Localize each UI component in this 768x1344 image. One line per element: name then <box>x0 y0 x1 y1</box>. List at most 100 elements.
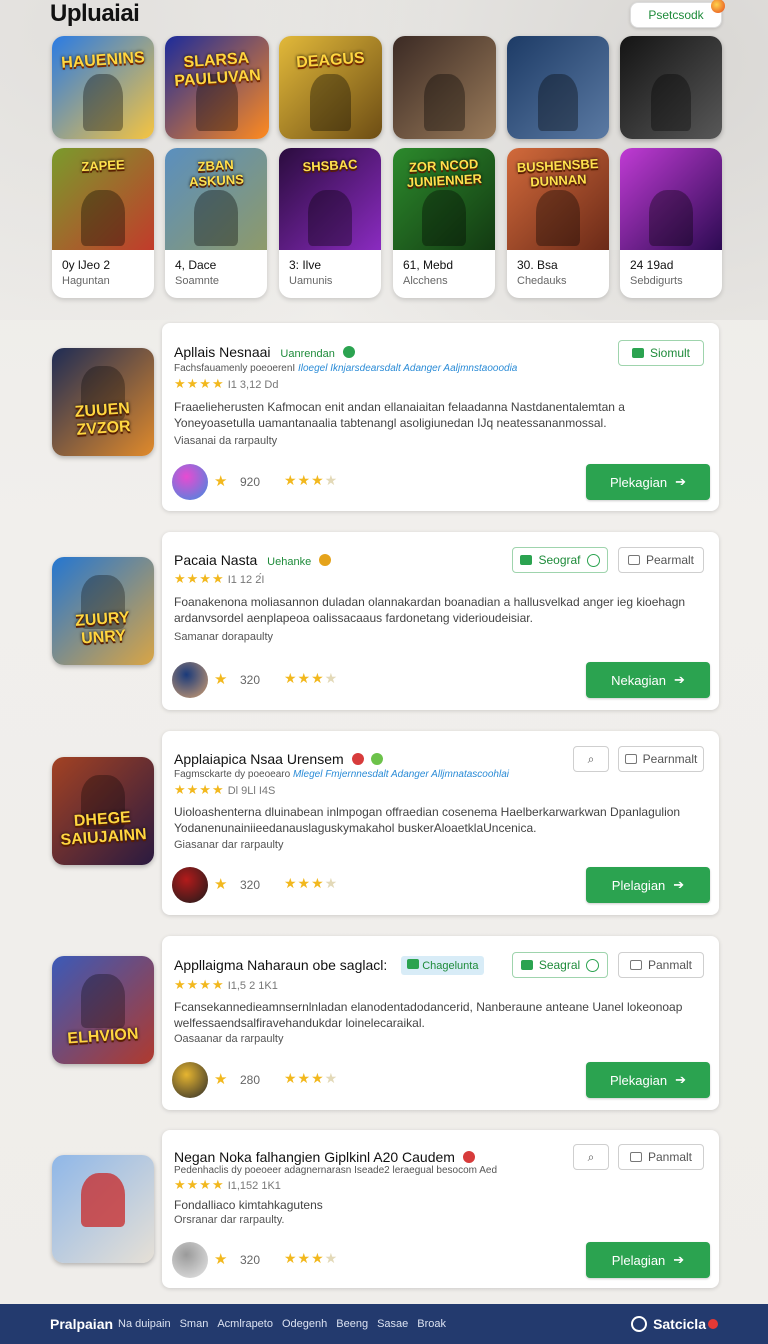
app-subline: Oasaanar da rarpaulty <box>174 1033 284 1045</box>
avatar[interactable] <box>172 1242 208 1278</box>
arrow-right-icon: ➔ <box>675 1072 686 1087</box>
app-icon[interactable]: ELHVION <box>52 956 154 1064</box>
app-meta-link[interactable]: Iloegel Iknjarsdearsdalt Adanger Aaljmns… <box>298 363 517 374</box>
game-card[interactable]: SHSBAC 3: Ilve Uamunis <box>279 148 381 298</box>
rating-stars-icon: ★★★★ <box>284 670 339 686</box>
game-card[interactable]: ZAPEE 0y lJeo 2 Haguntan <box>52 148 154 298</box>
app-icon-text <box>56 1242 150 1249</box>
avatar[interactable] <box>172 867 208 903</box>
app-card: Negan Noka falhangien Giplkinl A20 Caude… <box>162 1130 719 1288</box>
footer-link[interactable]: Sman <box>180 1318 209 1330</box>
footer-link[interactable]: Sasae <box>377 1318 408 1330</box>
app-title[interactable]: Apllais Nesnaai Uanrendan <box>174 344 355 360</box>
app-icon-text: DHEGE SAIUJAINN <box>59 809 148 849</box>
app-title[interactable]: Appllaigma Naharaun obe saglacl: Chagelu… <box>174 956 485 975</box>
game-card-title: 30. Bsa <box>517 258 558 272</box>
avatar[interactable] <box>172 1062 208 1098</box>
pill-button[interactable]: Panmalt <box>618 952 704 978</box>
avatar[interactable] <box>172 662 208 698</box>
arrow-right-icon: ➔ <box>673 1252 685 1267</box>
app-meta-link[interactable]: Mlegel Fmjernnesdalt Adanger Alljmnatasc… <box>293 769 509 780</box>
install-button[interactable]: Nekagian ➔ <box>586 662 710 698</box>
tile-art-text: HAUENINS <box>60 49 146 72</box>
pill-button[interactable]: Seagral <box>512 952 608 978</box>
rating-stars-icon: ★★★★ <box>284 875 339 891</box>
pill-button[interactable]: Panmalt <box>618 1144 704 1170</box>
app-rating: ★★★★ I1,152 1K1 <box>174 1177 281 1193</box>
game-tile[interactable]: SLARSA PAULUVAN <box>165 36 269 139</box>
app-tag: Uanrendan <box>280 348 335 360</box>
arrow-right-icon: ➔ <box>675 474 686 489</box>
game-tile[interactable] <box>507 36 609 139</box>
game-card-thumb: ZBAN ASKUNS <box>165 148 267 250</box>
tile-art <box>80 189 126 246</box>
search-button[interactable]: ⌕ <box>573 746 609 772</box>
game-card-subtitle: Chedauks <box>517 275 567 287</box>
pill-label: Panmalt <box>647 1150 693 1164</box>
footer-link[interactable]: Beeng <box>336 1318 368 1330</box>
star-icon: ★ <box>214 473 228 490</box>
rating-text: I1,152 1K1 <box>227 1180 281 1192</box>
check-circle-icon <box>586 553 600 567</box>
pill-label: Pearmalt <box>645 553 695 567</box>
install-button[interactable]: Plelagian ➔ <box>586 1242 710 1278</box>
app-subline: Orsranar dar rarpaulty. <box>174 1214 285 1226</box>
game-tile[interactable]: HAUENINS <box>52 36 154 139</box>
footer-account[interactable]: Satcicla <box>631 1316 718 1332</box>
install-button[interactable]: Plekagian ➔ <box>586 464 710 500</box>
footer-brand[interactable]: Pralpaian <box>50 1316 113 1332</box>
footer-link[interactable]: Broak <box>417 1318 446 1330</box>
review-count: 320 <box>240 673 261 687</box>
app-icon[interactable]: ZUURY UNRY <box>52 557 154 665</box>
footer-link[interactable]: Na duipain <box>118 1318 171 1330</box>
install-button-label: Plekagian <box>609 1072 668 1088</box>
pill-button[interactable]: Siomult <box>618 340 704 366</box>
install-button[interactable]: Plekagian ➔ <box>586 1062 710 1098</box>
game-card[interactable]: BUSHENSBE DUNNAN 30. Bsa Chedauks <box>507 148 609 298</box>
rating-stars-icon: ★★★★ <box>174 782 225 797</box>
app-icon[interactable]: ZUUEN ZVZOR <box>52 348 154 456</box>
app-card: Appllaigma Naharaun obe saglacl: Chagelu… <box>162 936 719 1110</box>
app-subline: Giasanar dar rarpaulty <box>174 839 284 851</box>
app-title[interactable]: Negan Noka falhangien Giplkinl A20 Caude… <box>174 1149 475 1165</box>
tile-art-text: DEAGUS <box>295 49 366 72</box>
tile-art-text: SHSBAC <box>302 156 358 175</box>
app-title-text: Apllais Nesnaai <box>174 344 271 360</box>
game-card[interactable]: 24 19ad Sebdigurts <box>620 148 722 298</box>
install-button[interactable]: Plelagian ➔ <box>586 867 710 903</box>
pill-button[interactable]: Seograf <box>512 547 608 573</box>
search-icon: ⌕ <box>587 1149 595 1164</box>
avatar[interactable] <box>172 464 208 500</box>
tile-art <box>423 74 466 131</box>
search-button[interactable]: ⌕ <box>573 1144 609 1170</box>
app-title[interactable]: Pacaia Nasta Uehanke <box>174 552 332 568</box>
bookmark-icon <box>627 555 640 565</box>
pill-button[interactable]: Pearnmalt <box>618 746 704 772</box>
game-tile[interactable] <box>620 36 722 139</box>
pill-label: Panmalt <box>647 958 693 972</box>
app-subline: Samanar dorapaulty <box>174 631 274 643</box>
game-tile[interactable] <box>393 36 496 139</box>
footer-link[interactable]: Acmlrapeto <box>217 1318 273 1330</box>
app-rating: ★★★★ Dl 9Ll I4S <box>174 782 275 798</box>
app-title[interactable]: Applaiapica Nsaa Urensem <box>174 751 384 767</box>
category-chip[interactable]: Chagelunta <box>401 956 485 975</box>
game-card-thumb: SHSBAC <box>279 148 381 250</box>
tile-art-text <box>513 49 603 55</box>
app-title-text: Pacaia Nasta <box>174 552 258 568</box>
game-card-title: 4, Dace <box>175 258 217 272</box>
tile-art <box>537 74 579 131</box>
app-meta-prefix: Pedenhaclis dy poeoeer adagnernarasn Ise… <box>174 1165 498 1176</box>
pill-button[interactable]: Pearmalt <box>618 547 704 573</box>
game-card[interactable]: ZBAN ASKUNS 4, Dace Soamnte <box>165 148 267 298</box>
rating-text: Dl 9Ll I4S <box>227 785 276 797</box>
app-icon[interactable]: DHEGE SAIUJAINN <box>52 757 154 865</box>
footer-link[interactable]: Odegenh <box>282 1318 327 1330</box>
bookmark-icon <box>629 960 642 970</box>
game-card[interactable]: ZOR NCOD JUNIENNER 61, Mebd Alcchens <box>393 148 495 298</box>
game-tile[interactable]: DEAGUS <box>279 36 382 139</box>
tile-art <box>82 74 124 131</box>
app-icon[interactable] <box>52 1155 154 1263</box>
top-chip[interactable]: Psetcsodk <box>630 0 725 28</box>
tile-art-text: SLARSA PAULUVAN <box>173 49 262 90</box>
